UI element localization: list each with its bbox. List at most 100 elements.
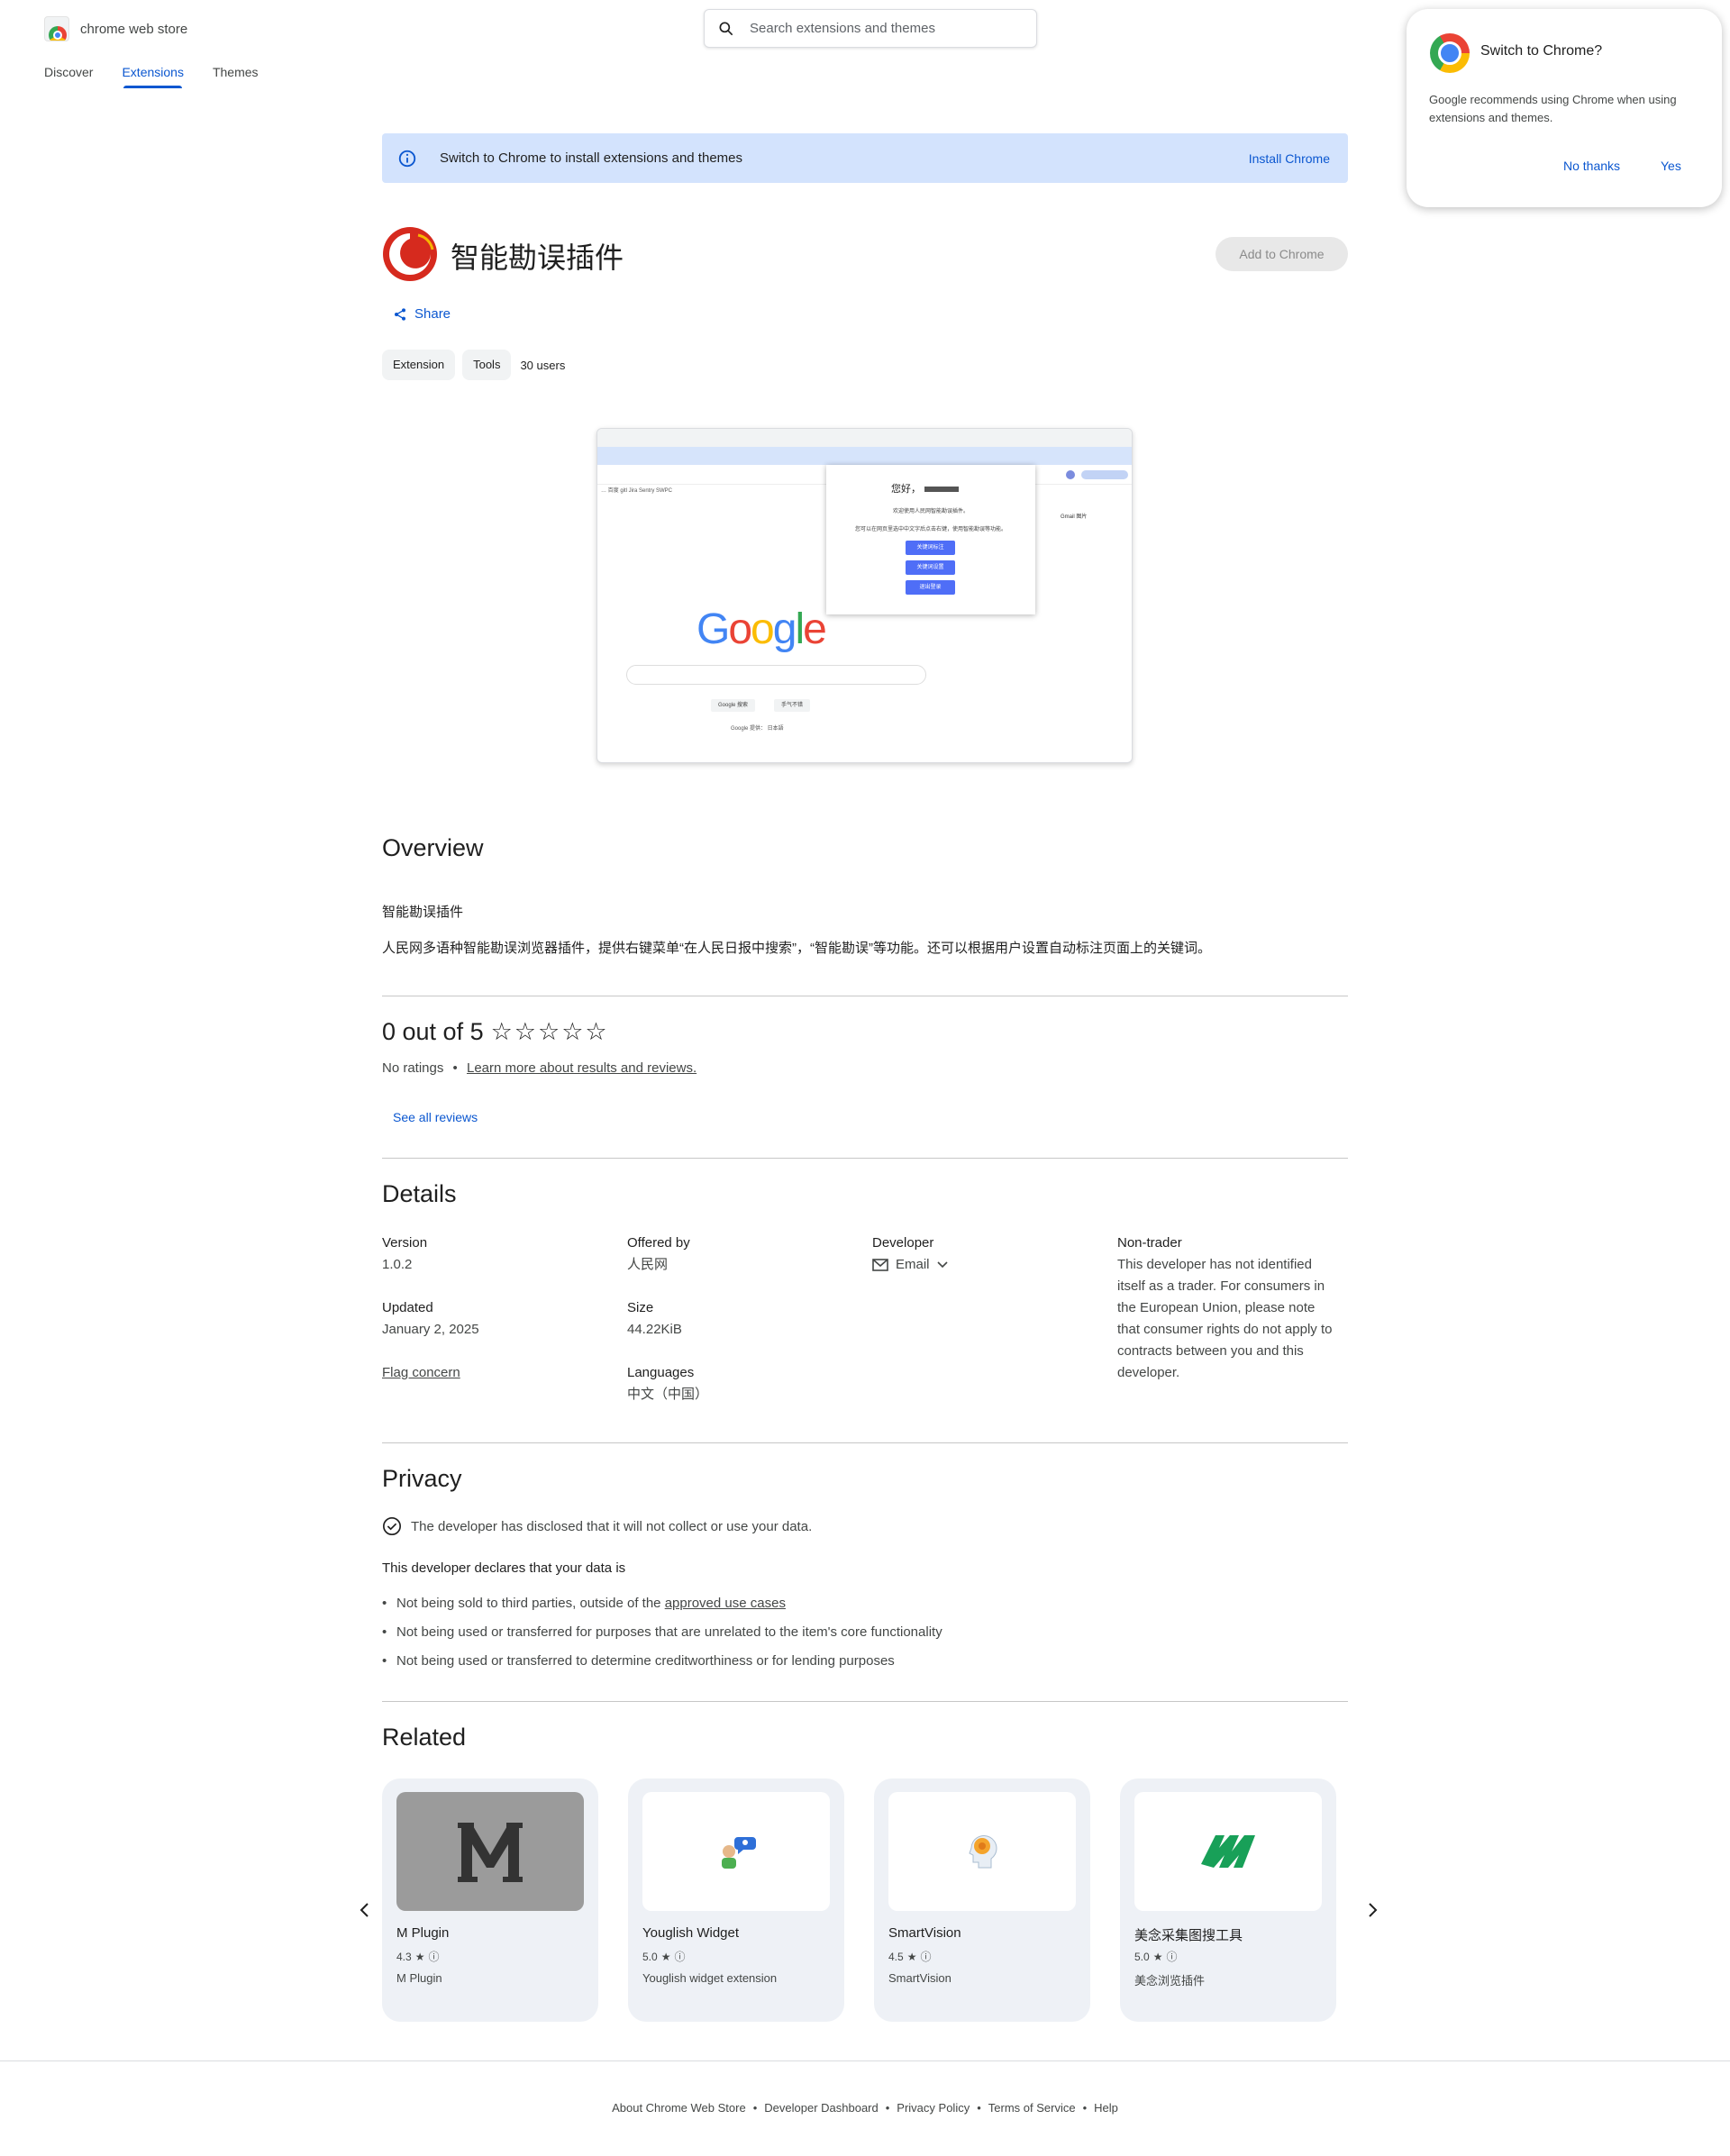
footer: About Chrome Web Store • Developer Dashbo… (612, 2101, 1118, 2115)
screenshot-extension-popup: 您好， 欢迎使用人民网智能勘误插件。 您可以在网页里选中中文字后点击右键，使用智… (826, 465, 1035, 614)
check-circle-icon (383, 1517, 401, 1535)
star-icon: ★ (906, 1950, 917, 1963)
list-item: Not being sold to third parties, outside… (382, 1589, 942, 1618)
chip-tools[interactable]: Tools (462, 350, 512, 380)
carousel-next-button[interactable] (1355, 1892, 1391, 1928)
footer-divider (0, 2060, 1730, 2061)
size-value: 44.22KiB (627, 1322, 682, 1337)
divider (382, 1442, 1348, 1443)
related-rating: 4.3 ★ ⓘ (396, 1950, 440, 1964)
chip-extension[interactable]: Extension (382, 350, 456, 380)
share-button[interactable]: Share (393, 306, 451, 322)
related-desc: M Plugin (396, 1971, 442, 1985)
flag-concern-link[interactable]: Flag concern (382, 1362, 479, 1384)
non-trader-text: This developer has not identified itself… (1117, 1257, 1333, 1380)
install-chrome-link[interactable]: Install Chrome (1249, 151, 1330, 166)
related-heading: Related (382, 1724, 467, 1751)
info-icon (398, 150, 416, 167)
related-card-m-plugin[interactable]: M Plugin 4.3 ★ ⓘ M Plugin (382, 1778, 598, 2022)
screenshot-popup-heading: 您好， (891, 481, 959, 496)
related-desc: Youglish widget extension (642, 1971, 778, 1985)
star-icon: ★ (1152, 1950, 1163, 1963)
updated-label: Updated (382, 1300, 433, 1315)
nav-themes[interactable]: Themes (213, 65, 259, 88)
screenshot-titlebar (597, 429, 1132, 447)
add-to-chrome-button[interactable]: Add to Chrome (1216, 237, 1348, 271)
user-count: 30 users (520, 358, 566, 372)
carousel-prev-button[interactable] (346, 1892, 382, 1928)
switch-to-chrome-dialog: Switch to Chrome? Google recommends usin… (1407, 9, 1722, 207)
m-plugin-icon (396, 1792, 584, 1911)
details-column-3: Developer Email (872, 1233, 948, 1276)
approved-use-cases-link[interactable]: approved use cases (665, 1596, 786, 1611)
related-rating: 5.0 ★ ⓘ (1134, 1950, 1178, 1964)
related-card-meinian[interactable]: 美念采集图搜工具 5.0 ★ ⓘ 美念浏览插件 (1120, 1778, 1336, 2022)
footer-privacy-link[interactable]: Privacy Policy (897, 2101, 970, 2115)
offered-by-value: 人民网 (627, 1257, 669, 1272)
screenshot-offered-in: Google 提供： 日本語 (731, 726, 784, 732)
no-thanks-button[interactable]: No thanks (1563, 159, 1620, 173)
rating-subline: No ratings • Learn more about results an… (382, 1060, 697, 1076)
search-icon (719, 22, 733, 35)
screenshot-search-button: Google 搜索 (711, 699, 756, 712)
developer-email-dropdown[interactable]: Email (872, 1254, 948, 1276)
chevron-down-icon (936, 1261, 948, 1269)
overview-description: 人民网多语种智能勘误浏览器插件，提供右键菜单“在人民日报中搜索”，“智能勘误”等… (382, 941, 1211, 956)
divider (382, 1158, 1348, 1159)
version-label: Version (382, 1235, 428, 1251)
details-column-2: Offered by 人民网 Size 44.22KiB Languages 中… (627, 1233, 708, 1405)
see-all-reviews-button[interactable]: See all reviews (393, 1110, 478, 1124)
list-item: Not being used or transferred for purpos… (382, 1618, 942, 1647)
list-item: Not being used or transferred to determi… (382, 1647, 942, 1676)
privacy-list: Not being sold to third parties, outside… (382, 1589, 942, 1676)
related-card-youglish-widget[interactable]: Youglish Widget 5.0 ★ ⓘ Youglish widget ex… (628, 1778, 844, 2022)
mail-icon (872, 1259, 888, 1271)
related-name: SmartVision (888, 1925, 961, 1941)
languages-label: Languages (627, 1365, 695, 1380)
category-chips: Extension Tools 30 users (382, 350, 565, 380)
privacy-disclosure-text: The developer has disclosed that it will… (411, 1518, 813, 1534)
details-column-4: Non-trader This developer has not identi… (1117, 1233, 1334, 1384)
developer-label: Developer (872, 1235, 934, 1251)
dialog-title: Switch to Chrome? (1480, 43, 1603, 59)
search-input[interactable] (750, 21, 1002, 36)
footer-about-link[interactable]: About Chrome Web Store (612, 2101, 746, 2115)
star-icon: ★ (660, 1950, 671, 1963)
share-label: Share (414, 306, 451, 322)
version-value: 1.0.2 (382, 1257, 413, 1272)
details-heading: Details (382, 1180, 457, 1207)
related-desc: SmartVision (888, 1971, 952, 1985)
yes-button[interactable]: Yes (1661, 159, 1681, 173)
nav-discover[interactable]: Discover (44, 65, 93, 88)
dialog-body: Google recommends using Chrome when usin… (1429, 93, 1677, 124)
search-box[interactable] (704, 9, 1037, 48)
share-icon (395, 307, 405, 321)
extension-screenshot[interactable]: … 百度 gitl Jira Sentry SWPC Gmail 图片 Goog… (596, 428, 1133, 763)
privacy-disclosure: The developer has disclosed that it will… (382, 1516, 812, 1536)
overview-heading: Overview (382, 834, 484, 861)
screenshot-popup-line2: 您可以在网页里选中中文字后点击右键，使用智能勘误等功能。 (854, 527, 1006, 532)
chrome-logo-icon (1430, 33, 1470, 73)
screenshot-popup-line1: 欢迎使用人民网智能勘误插件。 (892, 509, 969, 514)
screenshot-search-box (626, 665, 926, 685)
related-carousel: M Plugin 4.3 ★ ⓘ M Plugin Youglish Widget … (382, 1778, 1336, 2022)
screenshot-tabbar (597, 447, 1132, 465)
related-card-smartvision[interactable]: SmartVision 4.5 ★ ⓘ SmartVision (874, 1778, 1090, 2022)
info-icon: ⓘ (920, 1951, 932, 1963)
footer-help-link[interactable]: Help (1094, 2101, 1118, 2115)
screenshot-popup-button-2: 关键词设置 (906, 560, 955, 575)
youglish-icon (642, 1792, 830, 1911)
learn-more-link[interactable]: Learn more about results and reviews. (467, 1060, 697, 1076)
info-icon: ⓘ (674, 1951, 686, 1963)
footer-terms-link[interactable]: Terms of Service (988, 2101, 1076, 2115)
privacy-declares: This developer declares that your data i… (382, 1560, 626, 1576)
screenshot-popup-button-3: 退出登录 (906, 580, 955, 595)
screenshot-lucky-button: 手气不错 (774, 699, 811, 712)
star-icon: ★ (414, 1950, 425, 1963)
nav-extensions[interactable]: Extensions (122, 65, 184, 88)
smartvision-icon (888, 1792, 1076, 1911)
store-logo[interactable]: chrome web store (44, 16, 187, 41)
offered-by-label: Offered by (627, 1235, 690, 1251)
footer-developer-dashboard-link[interactable]: Developer Dashboard (764, 2101, 878, 2115)
screenshot-google-logo: Google (697, 605, 827, 653)
